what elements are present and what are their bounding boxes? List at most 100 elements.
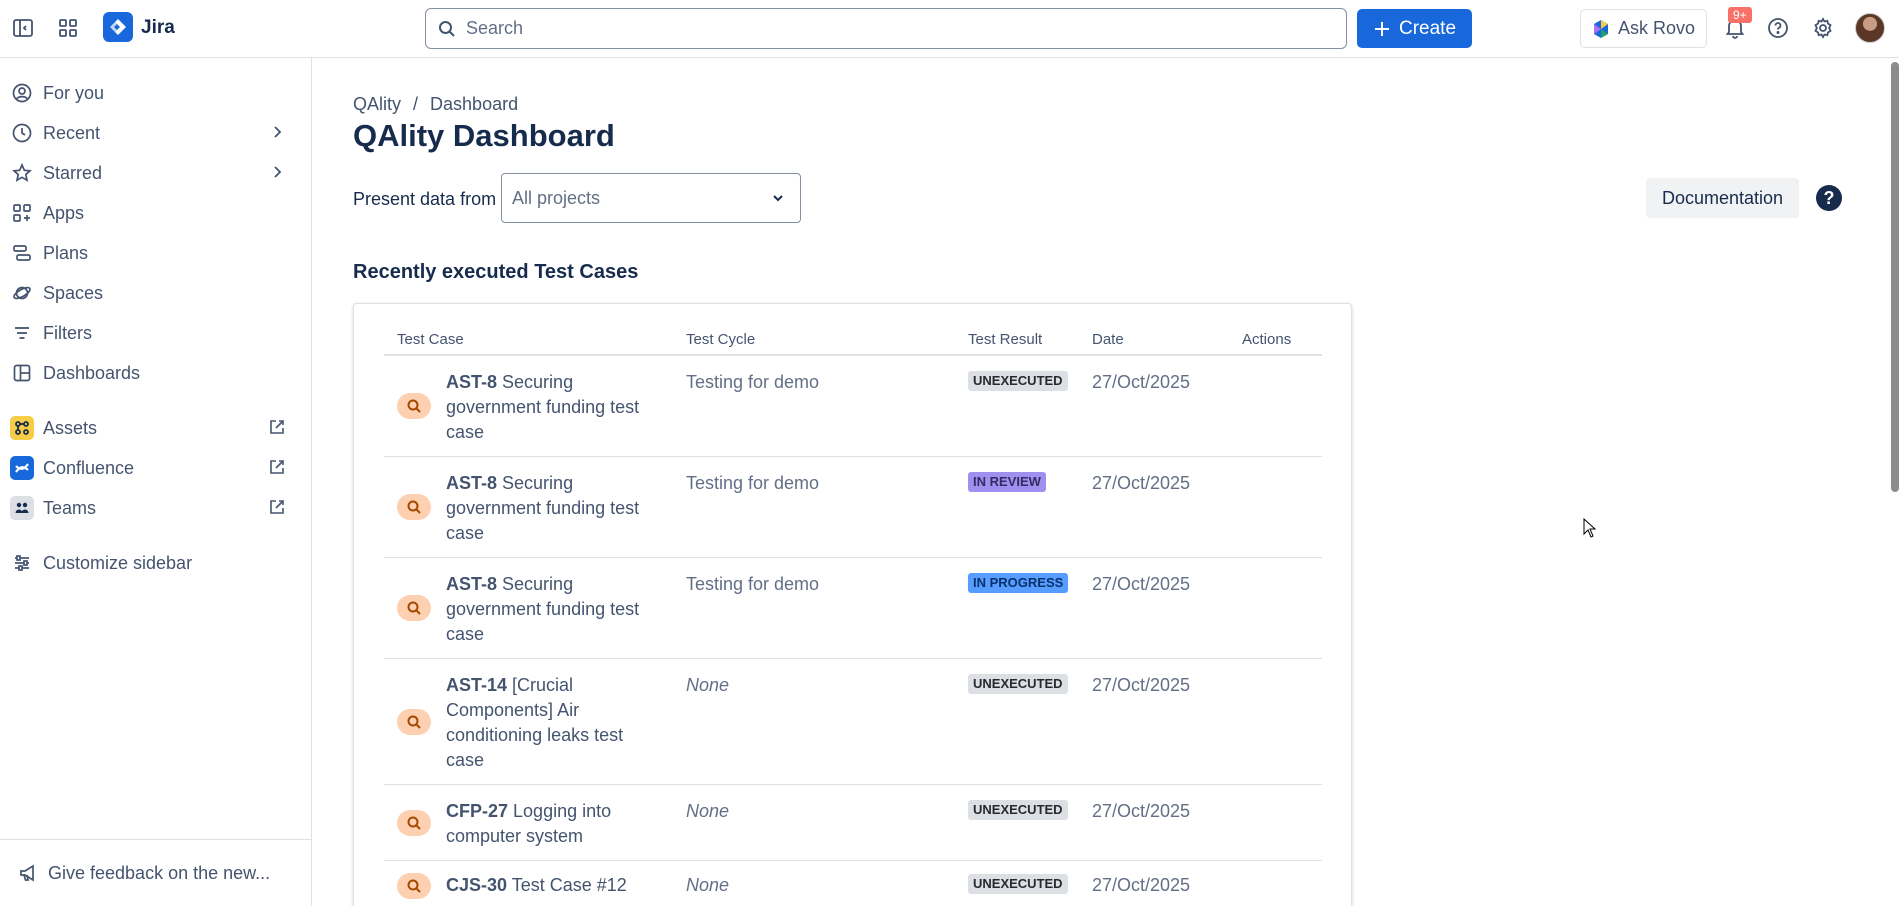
test-case-key: AST-8: [446, 372, 498, 392]
test-case-cell[interactable]: CJS-30 Test Case #12: [446, 873, 646, 898]
test-case-search-icon: [397, 873, 431, 899]
test-cycle-cell[interactable]: Testing for demo: [686, 370, 819, 395]
star-icon: [10, 161, 34, 185]
chevron-right-icon[interactable]: [268, 123, 286, 146]
confluence-app-icon: [10, 456, 34, 480]
test-case-cell[interactable]: AST-8 Securing government funding test c…: [446, 572, 646, 647]
top-navigation: Jira Create Ask Rovo 9+: [0, 0, 1899, 58]
test-cycle-cell[interactable]: Testing for demo: [686, 471, 819, 496]
date-cell: 27/Oct/2025: [1092, 372, 1191, 392]
help-icon[interactable]: [1766, 16, 1790, 40]
megaphone-icon: [20, 864, 34, 882]
sidebar-item-spaces[interactable]: Spaces: [10, 276, 294, 310]
sidebar-item-dashboards[interactable]: Dashboards: [10, 356, 294, 390]
sidebar-item-confluence[interactable]: Confluence: [10, 451, 294, 485]
date-cell: 27/Oct/2025: [1092, 875, 1191, 895]
plans-icon: [10, 241, 34, 265]
sidebar-item-label: Plans: [43, 242, 89, 263]
dashboard-icon: [10, 361, 34, 385]
sidebar-item-customize[interactable]: Customize sidebar: [10, 546, 294, 580]
table-row[interactable]: CJS-30 Test Case #12 None UNEXECUTED 27/…: [384, 861, 1322, 906]
app-switcher-icon[interactable]: [56, 16, 80, 40]
sidebar-item-label: Starred: [43, 162, 103, 183]
external-link-icon: [268, 458, 286, 481]
test-case-cell[interactable]: AST-8 Securing government funding test c…: [446, 471, 646, 546]
project-select[interactable]: All projects: [501, 173, 801, 223]
status-badge: UNEXECUTED: [968, 800, 1068, 820]
sidebar-toggle-icon[interactable]: [11, 16, 35, 40]
sidebar-item-recent[interactable]: Recent: [10, 116, 294, 150]
page-title: QAlity Dashboard: [353, 118, 615, 153]
sidebar-item-plans[interactable]: Plans: [10, 236, 294, 270]
table-row[interactable]: AST-8 Securing government funding test c…: [384, 356, 1322, 457]
create-button[interactable]: Create: [1357, 9, 1472, 48]
sliders-icon: [10, 551, 34, 575]
present-data-label: Present data from: [353, 189, 497, 209]
table-row[interactable]: AST-8 Securing government funding test c…: [384, 558, 1322, 659]
feedback-button[interactable]: Give feedback on the new...: [0, 839, 311, 906]
test-case-key: CJS-30: [446, 875, 508, 895]
sidebar-item-for-you[interactable]: For you: [10, 76, 294, 110]
page-scrollbar[interactable]: [1891, 62, 1899, 492]
sidebar-item-label: Filters: [43, 322, 92, 343]
ask-rovo-button[interactable]: Ask Rovo: [1580, 9, 1707, 48]
sidebar-item-label: Teams: [43, 497, 97, 518]
sidebar-item-filters[interactable]: Filters: [10, 316, 294, 350]
test-case-cell[interactable]: AST-14 [Crucial Components] Air conditio…: [446, 673, 631, 773]
sidebar-item-label: Confluence: [43, 457, 135, 478]
sidebar-item-starred[interactable]: Starred: [10, 156, 294, 190]
jira-logo-icon[interactable]: [103, 12, 133, 42]
breadcrumb-current[interactable]: Dashboard: [430, 94, 518, 114]
create-label: Create: [1398, 17, 1457, 39]
sidebar-item-label: Apps: [43, 202, 85, 223]
gear-icon[interactable]: [1811, 16, 1835, 40]
chevron-down-icon: [770, 190, 786, 211]
test-case-summary: Test Case #12: [511, 875, 627, 895]
sidebar-item-label: Assets: [43, 417, 98, 438]
status-badge: UNEXECUTED: [968, 371, 1068, 391]
status-badge: IN REVIEW: [968, 472, 1046, 492]
test-case-cell[interactable]: CFP-27 Logging into computer system: [446, 799, 631, 849]
sidebar: For you Recent Starred Apps Plans Spaces…: [0, 58, 312, 906]
help-circle-icon[interactable]: ?: [1816, 185, 1842, 211]
assets-app-icon: [10, 416, 34, 440]
search-input[interactable]: [466, 18, 1326, 39]
chevron-right-icon[interactable]: [268, 163, 286, 186]
status-badge: UNEXECUTED: [968, 874, 1068, 894]
documentation-button[interactable]: Documentation: [1646, 178, 1799, 218]
table-row[interactable]: CFP-27 Logging into computer system None…: [384, 785, 1322, 861]
feedback-label: Give feedback on the new...: [48, 862, 271, 883]
breadcrumb-root[interactable]: QAlity: [353, 94, 401, 114]
mouse-cursor-icon: [1583, 517, 1597, 543]
search-field[interactable]: [425, 8, 1347, 49]
test-cases-card: Test Case Test Cycle Test Result Date Ac…: [353, 303, 1352, 906]
date-cell: 27/Oct/2025: [1092, 675, 1191, 695]
table-row[interactable]: AST-14 [Crucial Components] Air conditio…: [384, 659, 1322, 785]
search-icon: [439, 20, 455, 37]
test-case-search-icon: [397, 595, 431, 621]
table-row[interactable]: AST-8 Securing government funding test c…: [384, 457, 1322, 558]
sidebar-item-assets[interactable]: Assets: [10, 411, 294, 445]
column-header-actions: Actions: [1242, 331, 1292, 348]
test-case-search-icon: [397, 494, 431, 520]
sidebar-item-apps[interactable]: Apps: [10, 196, 294, 230]
column-header-test-result: Test Result: [968, 331, 1043, 348]
sidebar-item-teams[interactable]: Teams: [10, 491, 294, 525]
test-case-cell[interactable]: AST-8 Securing government funding test c…: [446, 370, 646, 445]
test-cycle-cell: None: [686, 875, 730, 895]
date-cell: 27/Oct/2025: [1092, 801, 1191, 821]
date-cell: 27/Oct/2025: [1092, 473, 1191, 493]
sidebar-item-label: For you: [43, 82, 105, 103]
app-name[interactable]: Jira: [141, 17, 175, 39]
test-case-search-icon: [397, 709, 431, 735]
avatar[interactable]: [1855, 13, 1885, 43]
test-case-key: AST-8: [446, 473, 498, 493]
plus-icon: [1374, 21, 1389, 36]
status-badge: UNEXECUTED: [968, 674, 1068, 694]
test-case-key: CFP-27: [446, 801, 509, 821]
test-cycle-cell[interactable]: Testing for demo: [686, 572, 819, 597]
column-header-date: Date: [1092, 331, 1124, 348]
section-title: Recently executed Test Cases: [353, 261, 639, 283]
test-case-key: AST-14: [446, 675, 508, 695]
date-cell: 27/Oct/2025: [1092, 574, 1191, 594]
